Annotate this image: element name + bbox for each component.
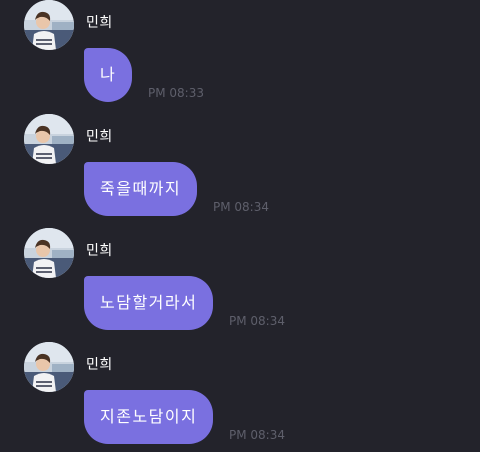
chat-message-list: 민희 나 PM 08:33 민희 죽을때까지 PM 08:34 민희 노담할거라… [0,0,480,452]
message-timestamp: PM 08:34 [213,200,269,214]
message-bubble[interactable]: 나 [84,48,133,102]
message-bubble[interactable]: 죽을때까지 [84,162,198,216]
profile-photo-icon [24,228,74,278]
avatar[interactable] [24,114,74,164]
message-group: 민희 지존노담이지 PM 08:34 [0,342,480,452]
sender-name: 민희 [86,243,113,259]
profile-photo-icon [24,114,74,164]
message-timestamp: PM 08:34 [229,428,285,442]
sender-name: 민희 [86,357,113,373]
message-bubble[interactable]: 지존노담이지 [84,390,214,444]
profile-photo-icon [24,342,74,392]
message-timestamp: PM 08:33 [148,86,204,100]
message-group: 민희 나 PM 08:33 [0,0,480,110]
avatar[interactable] [24,0,74,50]
avatar[interactable] [24,228,74,278]
message-group: 민희 노담할거라서 PM 08:34 [0,228,480,338]
profile-photo-icon [24,0,74,50]
avatar[interactable] [24,342,74,392]
message-timestamp: PM 08:34 [229,314,285,328]
message-group: 민희 죽을때까지 PM 08:34 [0,114,480,224]
sender-name: 민희 [86,129,113,145]
sender-name: 민희 [86,15,113,31]
message-bubble[interactable]: 노담할거라서 [84,276,214,330]
